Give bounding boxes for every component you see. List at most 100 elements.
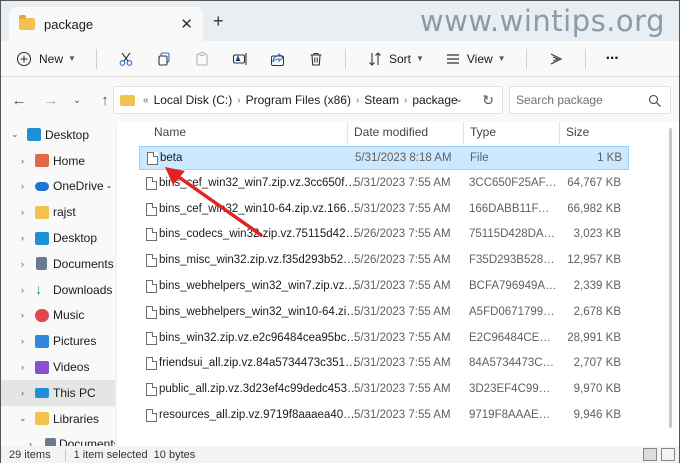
- file-row[interactable]: friendsui_all.zip.vz.84a5734473c3516697f…: [139, 352, 629, 376]
- file-icon: [146, 202, 157, 216]
- chevron-right-icon[interactable]: ›: [21, 388, 24, 398]
- tiles-view-toggle-icon[interactable]: [661, 448, 675, 461]
- sidebar-item-libraries[interactable]: ⌄ Libraries: [1, 406, 115, 432]
- sidebar-item-desktop[interactable]: ⌄ Desktop: [1, 122, 115, 148]
- back-arrow-icon[interactable]: ←: [7, 88, 31, 112]
- chevron-right-icon[interactable]: ›: [21, 285, 24, 295]
- column-divider[interactable]: [463, 122, 464, 144]
- column-header-date[interactable]: Date modified: [354, 125, 428, 139]
- scrollbar-thumb[interactable]: [669, 128, 672, 428]
- column-divider[interactable]: [559, 122, 560, 144]
- new-tab-button[interactable]: +: [213, 11, 224, 32]
- file-list: Name Date modified Type Size beta 5/31/20…: [117, 122, 657, 446]
- column-header-size[interactable]: Size: [566, 125, 589, 139]
- tab-package[interactable]: package ✕: [9, 7, 203, 41]
- chevron-right-icon[interactable]: ›: [21, 310, 24, 320]
- search-input[interactable]: [516, 93, 648, 107]
- sidebar-item-label: Documents: [59, 437, 115, 446]
- recent-locations-chevron-icon[interactable]: ⌄: [65, 88, 89, 112]
- file-row[interactable]: bins_cef_win32_win10-64.zip.vz.166dabb..…: [139, 198, 629, 222]
- filter-icon[interactable]: [547, 50, 565, 68]
- file-name: bins_cef_win32_win7.zip.vz.3cc650f25afa.…: [159, 176, 361, 189]
- breadcrumb-steam[interactable]: Steam: [364, 93, 399, 107]
- tab-title: package: [44, 16, 94, 32]
- copy-icon[interactable]: [155, 50, 173, 68]
- chevron-right-icon[interactable]: ›: [404, 95, 407, 106]
- music-icon: [35, 308, 49, 322]
- chevron-right-icon[interactable]: ›: [21, 233, 24, 243]
- chevron-right-icon[interactable]: ›: [356, 95, 359, 106]
- more-options-button[interactable]: ···: [606, 50, 620, 68]
- sidebar-item-desktop-2[interactable]: › Desktop: [1, 225, 115, 251]
- chevron-right-icon[interactable]: ›: [21, 362, 24, 372]
- file-name: resources_all.zip.vz.9719f8aaaea4017625.…: [159, 409, 361, 421]
- chevron-right-icon[interactable]: ›: [237, 95, 240, 106]
- sidebar-item-documents[interactable]: › Documents: [1, 251, 115, 277]
- breadcrumb-overflow[interactable]: «: [143, 95, 149, 106]
- sort-button[interactable]: Sort ▼: [366, 50, 424, 68]
- sidebar-item-onedrive[interactable]: › OneDrive - Per: [1, 174, 115, 200]
- sidebar-item-downloads[interactable]: › ↓ Downloads: [1, 277, 115, 303]
- chevron-down-icon[interactable]: ⌄: [19, 413, 27, 424]
- address-bar[interactable]: « Local Disk (C:) › Program Files (x86) …: [113, 86, 503, 114]
- sidebar-item-videos[interactable]: › Videos: [1, 354, 115, 380]
- file-row[interactable]: bins_cef_win32_win7.zip.vz.3cc650f25afa.…: [139, 172, 629, 196]
- column-header-name[interactable]: Name: [154, 125, 186, 139]
- forward-arrow-icon[interactable]: →: [39, 88, 63, 112]
- share-icon[interactable]: [269, 50, 287, 68]
- breadcrumb-package[interactable]: package: [412, 93, 457, 107]
- view-button[interactable]: View ▼: [444, 50, 506, 68]
- sidebar-item-library-documents[interactable]: › Documents: [1, 432, 115, 446]
- status-bar: 29 items 1 item selected 10 bytes: [1, 446, 679, 463]
- file-row[interactable]: bins_webhelpers_win32_win7.zip.vz.bcfa7.…: [139, 275, 629, 299]
- sidebar-item-music[interactable]: › Music: [1, 303, 115, 329]
- file-row[interactable]: beta 5/31/2023 8:18 AM File 1 KB: [139, 146, 629, 170]
- vertical-scrollbar[interactable]: [657, 122, 679, 446]
- breadcrumb-local-disk[interactable]: Local Disk (C:): [154, 93, 233, 107]
- command-bar: New ▼ Sort ▼ View ▼ ···: [1, 41, 679, 77]
- rename-icon[interactable]: [231, 50, 249, 68]
- sidebar-item-pictures[interactable]: › Pictures: [1, 328, 115, 354]
- plus-circle-icon: [15, 50, 33, 68]
- sidebar-item-rajst[interactable]: › rajst: [1, 199, 115, 225]
- folder-icon: [35, 412, 49, 426]
- chevron-right-icon[interactable]: ›: [21, 336, 24, 346]
- cloud-icon: [35, 181, 49, 191]
- file-name: public_all.zip.vz.3d23ef4c99dedc4530b0..…: [159, 383, 361, 396]
- file-row[interactable]: bins_misc_win32.zip.vz.f35d293b528a5cff.…: [139, 249, 629, 273]
- details-view-toggle-icon[interactable]: [643, 448, 657, 461]
- file-row[interactable]: bins_win32.zip.vz.e2c96484cea95bcf3c4fc.…: [139, 327, 629, 351]
- refresh-icon[interactable]: ↻: [482, 92, 494, 109]
- chevron-right-icon[interactable]: ›: [21, 259, 24, 269]
- chevron-right-icon[interactable]: ›: [21, 207, 24, 217]
- toolbar-divider: [344, 48, 346, 69]
- file-date: 5/31/2023 7:55 AM: [354, 357, 451, 370]
- paste-icon[interactable]: [193, 50, 211, 68]
- chevron-down-icon[interactable]: ⌄: [455, 94, 463, 105]
- delete-icon[interactable]: [307, 50, 325, 68]
- file-row[interactable]: public_all.zip.vz.3d23ef4c99dedc4530b0..…: [139, 378, 629, 402]
- chevron-down-icon[interactable]: ⌄: [11, 129, 19, 140]
- file-size: 1 KB: [597, 152, 622, 164]
- chevron-right-icon[interactable]: ›: [21, 156, 24, 166]
- sidebar-item-this-pc[interactable]: › This PC: [1, 379, 115, 406]
- toolbar-divider: [584, 48, 586, 69]
- sidebar-item-label: Downloads: [53, 282, 113, 297]
- sidebar-item-home[interactable]: › Home: [1, 148, 115, 174]
- file-name: bins_cef_win32_win10-64.zip.vz.166dabb..…: [159, 202, 361, 215]
- navigation-row: ← → ⌄ ↑ « Local Disk (C:) › Program File…: [1, 78, 679, 122]
- column-header-type[interactable]: Type: [470, 125, 496, 139]
- new-button[interactable]: New ▼: [15, 50, 76, 68]
- file-size: 64,767 KB: [567, 176, 621, 189]
- file-icon: [146, 280, 157, 293]
- column-divider[interactable]: [347, 122, 348, 144]
- file-row[interactable]: resources_all.zip.vz.9719f8aaaea4017625.…: [139, 404, 629, 428]
- file-row[interactable]: bins_codecs_win32.zip.vz.75115d428dad...…: [139, 223, 629, 247]
- search-icon[interactable]: [646, 92, 664, 110]
- close-tab-icon[interactable]: ✕: [180, 15, 193, 33]
- search-box[interactable]: [509, 86, 671, 114]
- cut-icon[interactable]: [117, 50, 135, 68]
- chevron-right-icon[interactable]: ›: [21, 181, 24, 191]
- breadcrumb-program-files[interactable]: Program Files (x86): [246, 93, 351, 107]
- file-row[interactable]: bins_webhelpers_win32_win10-64.zip.vz.a.…: [139, 301, 629, 325]
